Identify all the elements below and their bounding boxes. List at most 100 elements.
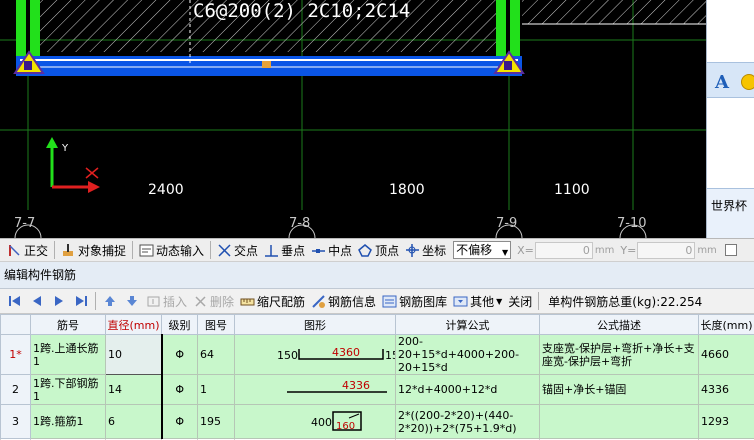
rebar-shape: 150 4360 150 [237, 339, 395, 371]
column-header[interactable]: 长度(mm) [698, 314, 754, 335]
shape-cell[interactable]: 4336 [234, 374, 396, 405]
previous-record-icon[interactable] [30, 294, 44, 308]
chevron-down-icon: ▼ [496, 296, 503, 306]
vertex-label: 顶点 [375, 243, 400, 258]
rebar-library-button[interactable]: 钢筋图库 [379, 291, 450, 311]
rebar-shape: 4336 [237, 376, 393, 404]
offset-select[interactable]: 不偏移 ▼ [453, 241, 512, 259]
column-header[interactable] [0, 314, 31, 335]
column-header[interactable]: 公式描述 [539, 314, 699, 335]
perpendicular-button[interactable]: 垂点 [261, 240, 308, 260]
delete-button[interactable]: 删除 [190, 291, 237, 311]
length-cell[interactable]: 4336 [698, 374, 754, 405]
chat-panel: A 世界杯 [706, 0, 754, 238]
x-coord-input[interactable]: 0 [534, 241, 593, 259]
first-record-icon[interactable] [8, 294, 22, 308]
diameter-cell[interactable]: 10 [105, 334, 163, 375]
next-record-icon[interactable] [52, 294, 66, 308]
description-cell[interactable]: 支座宽-保护层+弯折+净长+支座宽-保护层+弯折 [539, 334, 699, 375]
rotate-checkbox[interactable] [724, 244, 737, 256]
formula-cell[interactable]: 12*d+4000+12*d [395, 374, 540, 405]
column-header[interactable]: 图号 [197, 314, 235, 335]
shape-cell[interactable]: 400 160 [234, 404, 396, 439]
emoji-icon[interactable] [741, 74, 754, 90]
table-row[interactable]: 1* 1跨.上通长筋1 10 Φ 64 150 4360 150 [0, 334, 754, 375]
insert-button[interactable]: 插入 [143, 291, 190, 311]
axis-bubbles [14, 224, 647, 238]
figure-number-cell[interactable]: 1 [197, 374, 235, 405]
column-header[interactable]: 直径(mm) [105, 314, 162, 335]
close-button[interactable]: 关闭 [505, 291, 535, 311]
axis-label: 7-7 [14, 216, 36, 231]
other-menu-button[interactable]: 其他 ▼ [450, 291, 505, 311]
rebar-annotation[interactable]: C6@200(2) 2C10;2C14 [193, 0, 410, 22]
rebar-info-icon [311, 294, 326, 309]
insert-icon [146, 294, 161, 309]
column-header[interactable]: 筋号 [30, 314, 106, 335]
coordinate-button[interactable]: 坐标 [402, 240, 449, 260]
description-cell[interactable]: 锚固+净长+锚固 [539, 374, 699, 405]
diameter-cell[interactable]: 14 [105, 374, 163, 405]
dynamic-input-label: 动态输入 [156, 243, 205, 258]
rebar-name-cell[interactable]: 1跨.下部钢筋1 [30, 374, 106, 405]
intersection-button[interactable]: 交点 [214, 240, 261, 260]
rebar-name-cell[interactable]: 1跨.箍筋1 [30, 404, 106, 439]
scale-rebar-label: 缩尺配筋 [257, 294, 306, 309]
axis-label: 7-9 [496, 216, 518, 231]
row-header[interactable]: 1* [0, 334, 31, 375]
figure-number-cell[interactable]: 64 [197, 334, 235, 375]
arrow-down-icon[interactable] [125, 294, 139, 308]
rebar-shape: 400 160 [237, 406, 393, 438]
vertex-button[interactable]: 顶点 [355, 240, 402, 260]
shape-cell[interactable]: 150 4360 150 [234, 334, 396, 375]
chat-message-area[interactable] [707, 0, 754, 60]
dimension-label: 2400 [148, 182, 184, 198]
coordinate-icon [405, 243, 420, 258]
last-record-icon[interactable] [74, 294, 88, 308]
grade-cell[interactable]: Φ [161, 404, 198, 439]
intersection-icon [217, 243, 232, 258]
column-header[interactable]: 级别 [161, 314, 198, 335]
length-cell[interactable]: 1293 [698, 404, 754, 439]
diameter-cell[interactable]: 6 [105, 404, 163, 439]
arrow-up-icon[interactable] [103, 294, 117, 308]
ortho-button[interactable]: 正交 [4, 240, 51, 260]
axis-label: 7-8 [289, 216, 311, 231]
dynamic-input-button[interactable]: 动态输入 [136, 240, 207, 260]
formula-cell[interactable]: 2*((200-2*20)+(440-2*20))+2*(75+1.9*d) [395, 404, 540, 439]
vertex-icon [358, 243, 373, 258]
grade-cell[interactable]: Φ [161, 374, 198, 405]
ortho-icon [7, 243, 22, 258]
description-cell[interactable] [539, 404, 699, 439]
row-header[interactable]: 2 [0, 374, 31, 405]
font-icon[interactable]: A [715, 72, 729, 93]
length-cell[interactable]: 4660 [698, 334, 754, 375]
grade-cell[interactable]: Φ [161, 334, 198, 375]
table-row[interactable]: 3 1跨.箍筋1 6 Φ 195 400 160 2*((200-2*20)+(… [0, 404, 754, 439]
other-menu-icon [453, 294, 468, 309]
scale-rebar-button[interactable]: 缩尺配筋 [237, 291, 308, 311]
table-header-row: 筋号 直径(mm) 级别 图号 图形 计算公式 公式描述 长度(mm) [0, 314, 754, 335]
snap-toolbar: 正交 对象捕捉 动态输入 交点 垂点 中点 顶点 坐标 不偏移 ▼ X= 0 m… [0, 238, 754, 262]
delete-icon [193, 294, 208, 309]
column-header[interactable]: 计算公式 [395, 314, 540, 335]
table-row[interactable]: 2 1跨.下部钢筋1 14 Φ 1 4336 12*d+4000+12*d 锚固… [0, 374, 754, 405]
chat-footer-text[interactable]: 世界杯 [711, 197, 747, 214]
formula-cell[interactable]: 200-20+15*d+4000+200-20+15*d [395, 334, 540, 375]
midpoint-button[interactable]: 中点 [308, 240, 355, 260]
shape-drawing [298, 348, 384, 360]
rebar-info-button[interactable]: 钢筋信息 [308, 291, 379, 311]
y-coord-input[interactable]: 0 [637, 241, 696, 259]
shape-right-dim: 150 [385, 348, 395, 362]
figure-number-cell[interactable]: 195 [197, 404, 235, 439]
rebar-name-cell[interactable]: 1跨.上通长筋1 [30, 334, 106, 375]
row-header[interactable]: 3 [0, 404, 31, 439]
app-window: Y C6@200(2) 2C10;2C14 2400 1800 1100 7-7… [0, 0, 754, 440]
rebar-info-label: 钢筋信息 [328, 294, 377, 309]
cad-canvas[interactable]: Y C6@200(2) 2C10;2C14 2400 1800 1100 7-7… [0, 0, 706, 238]
column-header[interactable]: 图形 [234, 314, 396, 335]
ucs-icon: Y [46, 137, 100, 193]
intersection-label: 交点 [234, 243, 259, 258]
object-snap-button[interactable]: 对象捕捉 [58, 240, 129, 260]
insert-label: 插入 [163, 294, 188, 309]
